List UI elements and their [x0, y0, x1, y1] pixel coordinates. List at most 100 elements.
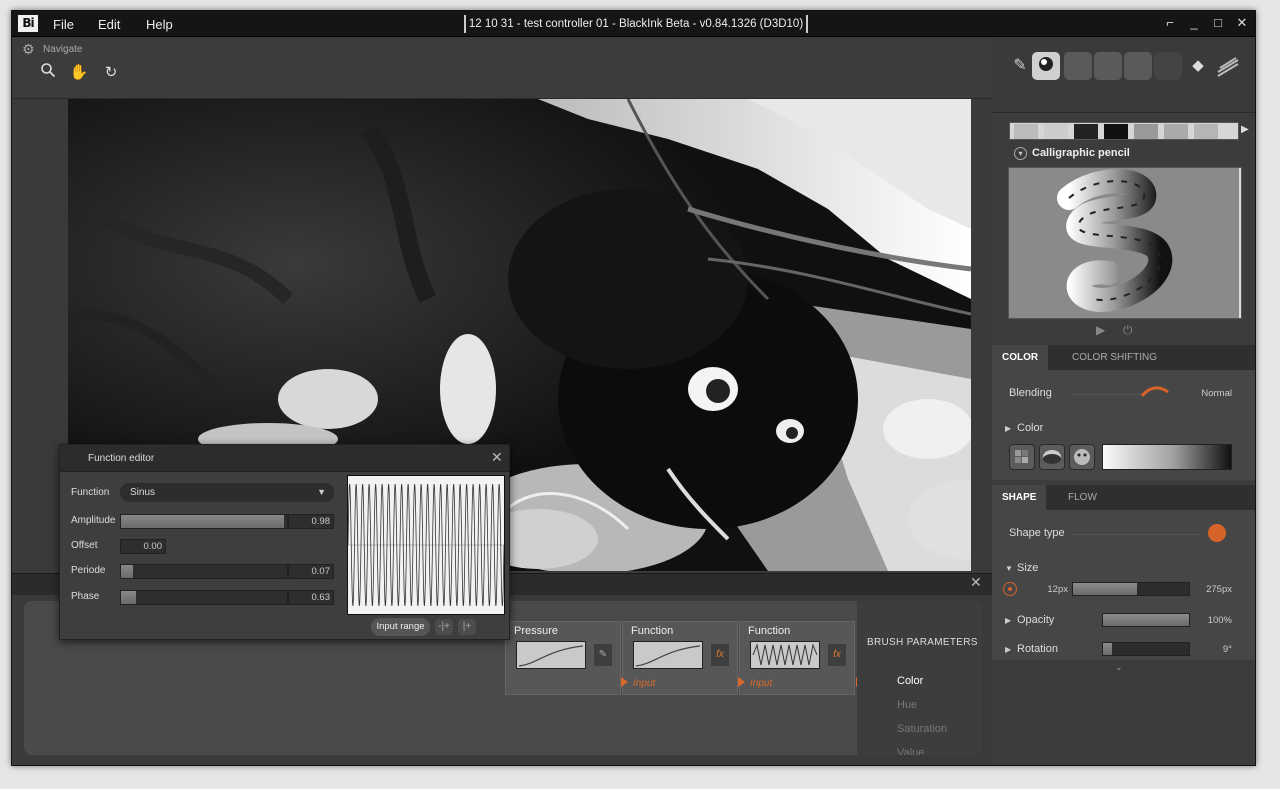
brush-thumbnail[interactable]	[1074, 124, 1098, 139]
shape-tabbar: SHAPE FLOW	[992, 485, 1255, 510]
title-bar: Bi File Edit Help 12 10 31 - test contro…	[12, 11, 1255, 37]
pressure-pen-icon[interactable]: ✎	[594, 644, 612, 666]
function-editor-close-icon[interactable]: ✕	[491, 449, 503, 466]
color-tabbar: COLOR COLOR SHIFTING	[992, 345, 1255, 370]
eraser-tool-icon[interactable]: ◆	[1184, 52, 1212, 80]
offset-label: Offset	[71, 540, 98, 551]
color-face-swatch[interactable]	[1069, 444, 1095, 470]
strip-next-icon[interactable]: ▶	[1241, 124, 1249, 135]
opacity-label: Opacity	[1017, 614, 1055, 626]
tab-flow[interactable]: FLOW	[1058, 485, 1107, 510]
brush-preset-icon[interactable]	[1094, 52, 1122, 80]
opacity-value[interactable]: 100%	[1192, 615, 1232, 626]
bottom-panel-close-icon[interactable]: ✕	[970, 574, 982, 591]
brush-thumbnail-strip[interactable]	[1009, 122, 1239, 140]
brush-options-icon[interactable]: ▾	[1014, 147, 1027, 160]
blending-label: Blending	[1009, 387, 1052, 399]
param-hue[interactable]: Hue	[897, 699, 917, 711]
color-grid-swatch[interactable]	[1009, 444, 1035, 470]
size-pressure-icon[interactable]	[1003, 582, 1017, 596]
blending-value[interactable]: Normal	[1172, 388, 1232, 399]
range-expand-button[interactable]: |+	[458, 619, 476, 635]
rotation-value[interactable]: 9°	[1192, 644, 1232, 655]
blending-divider	[1072, 394, 1142, 395]
shape-type-circle[interactable]	[1208, 524, 1226, 542]
brush-preset-icon[interactable]	[1154, 52, 1182, 80]
brush-thumbnail[interactable]	[1194, 124, 1218, 139]
function-select-value: Sinus	[130, 487, 156, 498]
brush-parameters-list: BRUSH PARAMETERS Color Hue Saturation Va…	[857, 601, 982, 755]
collapse-arrow-icon[interactable]: ▼	[1005, 564, 1013, 573]
offset-value[interactable]: 0.00	[120, 539, 166, 554]
opacity-slider[interactable]	[1102, 613, 1190, 627]
size-slider[interactable]	[1072, 582, 1190, 596]
brush-name: Calligraphic pencil	[1032, 147, 1130, 159]
brush-thumbnail[interactable]	[1134, 124, 1158, 139]
pan-hand-icon[interactable]: ✋	[68, 62, 90, 84]
maximize-icon[interactable]: □	[1208, 14, 1228, 32]
node-pressure[interactable]: Pressure ✎	[505, 621, 621, 695]
function-fx-icon[interactable]: fx	[711, 644, 729, 666]
range-narrow-button[interactable]: -|+	[435, 619, 453, 635]
minimize-icon[interactable]: _	[1184, 14, 1204, 32]
brush-thumbnail[interactable]	[1014, 124, 1038, 139]
rotate-hand-icon[interactable]: ↻	[100, 62, 122, 84]
node-curve-graph	[633, 641, 703, 669]
periode-slider[interactable]	[120, 564, 288, 579]
size-max-value[interactable]: 275px	[1192, 584, 1232, 595]
size-min-value[interactable]: 12px	[1032, 584, 1068, 595]
tab-color[interactable]: COLOR	[992, 345, 1049, 370]
menu-edit[interactable]: Edit	[98, 17, 120, 32]
color-swatches	[1009, 444, 1099, 472]
brush-thumbnail[interactable]	[1164, 124, 1188, 139]
phase-value[interactable]: 0.63	[288, 590, 334, 605]
rotation-slider[interactable]	[1102, 642, 1190, 656]
brush-thumbnail[interactable]	[1104, 124, 1128, 139]
param-value[interactable]: Value	[897, 747, 924, 755]
param-saturation[interactable]: Saturation	[897, 723, 947, 735]
window-title: 12 10 31 - test controller 01 - BlackInk…	[464, 15, 808, 33]
brush-thumbnail[interactable]	[1044, 124, 1068, 139]
function-select[interactable]: Sinus ▼	[120, 483, 334, 502]
shape-type-divider	[1072, 534, 1202, 535]
power-icon[interactable]: ⏻	[1123, 323, 1133, 338]
param-color[interactable]: Color	[897, 675, 923, 687]
close-window-icon[interactable]: ✕	[1232, 14, 1252, 32]
brush-preset-icon[interactable]	[1124, 52, 1152, 80]
amplitude-slider[interactable]	[120, 514, 288, 529]
menu-file[interactable]: File	[53, 17, 74, 32]
input-range-button[interactable]: Input range	[371, 618, 430, 636]
function-editor-header[interactable]: Function editor ✕	[60, 445, 509, 472]
more-chevron-icon[interactable]: ⌄	[1115, 662, 1123, 673]
chevron-down-icon: ▼	[317, 487, 326, 497]
function-fx-icon[interactable]: fx	[828, 644, 846, 666]
tab-color-shifting[interactable]: COLOR SHIFTING	[1062, 345, 1167, 370]
amplitude-slider-fill	[121, 515, 284, 528]
phase-slider[interactable]	[120, 590, 288, 605]
color-label: Color	[1017, 422, 1044, 434]
tab-shape[interactable]: SHAPE	[992, 485, 1047, 510]
blending-mode-icon[interactable]	[1140, 384, 1170, 398]
zoom-tool-icon[interactable]	[37, 62, 59, 84]
amplitude-value[interactable]: 0.98	[288, 514, 334, 529]
play-icon[interactable]: ▶	[1096, 323, 1105, 337]
function-plot	[347, 475, 505, 615]
color-sphere-swatch[interactable]	[1039, 444, 1065, 470]
expand-arrow-icon[interactable]: ▶	[1005, 645, 1011, 654]
brush-preset-icon[interactable]	[1064, 52, 1092, 80]
pencil-tool-icon[interactable]: ✎	[1006, 52, 1034, 80]
node-sine-graph	[750, 641, 820, 669]
restore-down-icon[interactable]: ⌐	[1160, 14, 1180, 32]
stroke-tool-icon[interactable]	[1214, 52, 1242, 80]
brush-preset-icon[interactable]	[1032, 52, 1060, 80]
opacity-slider-fill	[1103, 614, 1189, 626]
menu-help[interactable]: Help	[146, 17, 173, 32]
node-function-2[interactable]: Function fx Input	[739, 621, 855, 695]
brush-stroke-preview	[1008, 167, 1242, 319]
node-function-1[interactable]: Function fx Input	[622, 621, 738, 695]
brush-tool-row: ✎ ◆	[992, 38, 1255, 113]
expand-arrow-icon[interactable]: ▶	[1005, 424, 1011, 433]
expand-arrow-icon[interactable]: ▶	[1005, 616, 1011, 625]
periode-value[interactable]: 0.07	[288, 564, 334, 579]
color-gradient-bar[interactable]	[1102, 444, 1232, 470]
